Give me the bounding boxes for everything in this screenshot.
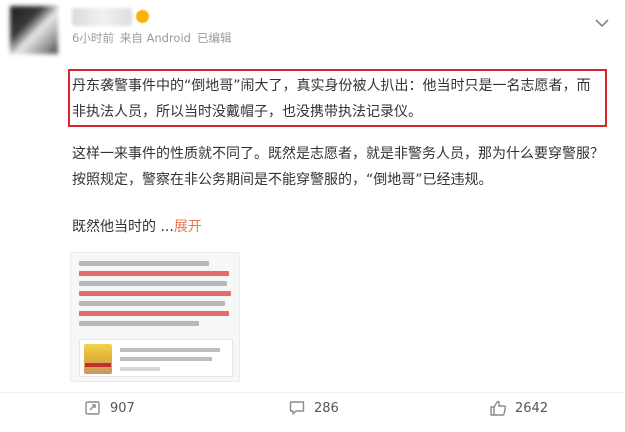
like-button[interactable]: 2642 [489,398,548,418]
comment-count: 286 [314,400,339,416]
action-divider [0,392,625,393]
post-source: 来自 Android [119,31,191,45]
post-truncated-text: 既然他当时的 ...展开 [72,214,202,240]
expand-link[interactable]: 展开 [174,219,202,235]
verified-icon [136,10,149,23]
thumb-text-line [79,271,229,276]
body-line-1: 这样一来事件的性质就不同了。既然是志愿者，就是非警务人员，那为什么要穿警服？ [72,146,604,162]
highlight-line-1: 丹东袭警事件中的“倒地哥”闹大了，真实身份被人扒出：他当时只是一名志愿者，而 [72,78,591,94]
post-image-thumbnail[interactable] [70,252,240,382]
thumb-card-line [120,357,212,361]
post-body-text: 这样一来事件的性质就不同了。既然是志愿者，就是非警务人员，那为什么要穿警服？ 按… [72,141,604,193]
highlight-line-2: 非执法人员，所以当时没戴帽子，也没携带执法记录仪。 [72,104,422,120]
thumb-text-line [79,281,227,286]
comment-button[interactable]: 286 [288,398,339,418]
post-meta: 6小时前 来自 Android 已编辑 [72,30,237,46]
repost-icon [84,399,102,417]
thumb-text-line [79,261,209,266]
thumb-card-line [120,367,160,371]
repost-button[interactable]: 907 [84,398,135,418]
body-line-2: 按照规定，警察在非公务期间是不能穿警服的，“倒地哥”已经违规。 [72,172,493,188]
repost-count: 907 [110,400,135,416]
ellipsis: ... [156,219,174,235]
comment-icon [288,399,306,417]
avatar[interactable] [10,6,58,54]
thumb-text-line [79,311,229,316]
post-time[interactable]: 6小时前 [72,31,114,45]
username-blurred[interactable] [72,8,132,26]
post-highlight-text: 丹东袭警事件中的“倒地哥”闹大了，真实身份被人扒出：他当时只是一名志愿者，而 非… [72,73,591,125]
thumb-person-image [84,344,112,374]
thumb-embedded-card [79,339,233,377]
thumb-person-label [85,363,111,367]
thumb-text-line [79,291,231,296]
truncated-text: 既然他当时的 [72,219,156,235]
like-count: 2642 [515,400,549,416]
like-icon [489,399,507,417]
post-edited[interactable]: 已编辑 [197,31,232,45]
thumb-text-line [79,321,199,326]
more-caret-icon[interactable] [593,14,611,32]
thumb-text-line [79,301,225,306]
thumb-card-line [120,348,220,352]
